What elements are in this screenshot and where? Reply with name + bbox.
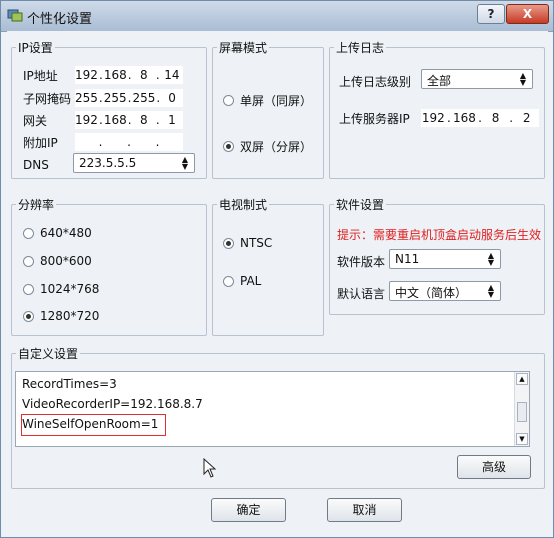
- screen-mode-legend: 屏幕模式: [219, 41, 268, 55]
- window-title: 个性化设置: [27, 12, 93, 27]
- extra-ip-field[interactable]: ...: [75, 133, 183, 151]
- radio-circle-selected: [223, 141, 234, 152]
- default-language-combo[interactable]: 中文（简体） ▲ ▼: [389, 281, 501, 301]
- radio-circle-selected: [223, 237, 234, 249]
- restart-notice: 提示：需要重启机顶盒启动服务后生效: [337, 228, 542, 242]
- advanced-button[interactable]: 高级: [457, 455, 531, 479]
- upload-log-legend: 上传日志: [336, 41, 385, 55]
- up-down-arrows-icon: ▲ ▼: [181, 155, 189, 171]
- up-down-arrows-icon: ▲ ▼: [487, 251, 495, 267]
- ok-button[interactable]: 确定: [211, 498, 286, 522]
- software-settings-legend: 软件设置: [336, 198, 385, 212]
- dns-label: DNS: [23, 158, 49, 172]
- radio-res-640[interactable]: 640*480: [23, 226, 92, 240]
- resolution-legend: 分辨率: [18, 198, 55, 212]
- upload-server-ip-field[interactable]: 192. 168. 8. 2: [421, 109, 539, 127]
- radio-circle: [223, 275, 234, 287]
- log-level-label: 上传日志级别: [339, 75, 412, 89]
- custom-settings-legend: 自定义设置: [18, 347, 79, 361]
- custom-settings-textarea[interactable]: RecordTimes=3 VideoRecorderIP=192.168.8.…: [15, 371, 530, 447]
- cancel-button[interactable]: 取消: [327, 498, 402, 522]
- ip-address-field[interactable]: 192. 168. 8. 14: [75, 66, 183, 84]
- ip-address-label: IP地址: [23, 69, 58, 83]
- radio-circle: [23, 227, 34, 239]
- extra-ip-label: 附加IP: [23, 136, 58, 150]
- software-version-label: 软件版本: [337, 255, 386, 269]
- radio-res-1280[interactable]: 1280*720: [23, 309, 99, 323]
- screen-mode-group: 屏幕模式: [212, 39, 324, 179]
- subnet-mask-field[interactable]: 255. 255. 255. 0: [75, 89, 183, 107]
- help-button[interactable]: ?: [477, 4, 505, 24]
- radio-res-1024[interactable]: 1024*768: [23, 282, 99, 296]
- up-down-arrows-icon: ▲ ▼: [487, 283, 495, 299]
- highlight-box: [21, 414, 166, 436]
- default-language-value: 中文（简体）: [395, 286, 468, 300]
- scroll-up-icon[interactable]: ▲: [516, 373, 528, 385]
- radio-circle: [23, 255, 34, 267]
- tv-system-legend: 电视制式: [219, 198, 268, 212]
- config-line: RecordTimes=3: [22, 377, 117, 391]
- software-version-value: N11: [395, 252, 420, 266]
- tv-system-group: 电视制式: [212, 196, 324, 336]
- config-line: VideoRecorderIP=192.168.8.7: [22, 397, 203, 411]
- dns-value: 223.5.5.5: [79, 156, 137, 170]
- dialog-window: 个性化设置 ? X IP设置 IP地址 192. 168. 8. 14 子网掩码 25…: [0, 0, 554, 538]
- ip-settings-legend: IP设置: [18, 41, 53, 55]
- close-button[interactable]: X: [506, 4, 549, 24]
- radio-ntsc[interactable]: NTSC: [223, 236, 272, 250]
- up-down-arrows-icon: ▲ ▼: [519, 71, 527, 87]
- subnet-mask-label: 子网掩码: [23, 92, 72, 106]
- vertical-scrollbar[interactable]: ▲ ▼: [514, 372, 529, 446]
- upload-server-label: 上传服务器IP: [339, 112, 410, 126]
- default-language-label: 默认语言: [337, 287, 386, 301]
- dns-combo[interactable]: 223.5.5.5 ▲ ▼: [73, 153, 195, 173]
- radio-circle: [23, 283, 34, 295]
- radio-res-800[interactable]: 800*600: [23, 254, 92, 268]
- radio-circle-selected: [23, 310, 34, 322]
- scroll-thumb[interactable]: [517, 402, 527, 422]
- radio-dual-screen[interactable]: 双屏（分屏）: [223, 138, 312, 155]
- dialog-body: IP设置 IP地址 192. 168. 8. 14 子网掩码 255. 255. 255.…: [7, 31, 548, 531]
- log-level-value: 全部: [427, 74, 452, 88]
- radio-circle: [223, 95, 234, 106]
- scroll-down-icon[interactable]: ▼: [516, 433, 528, 445]
- gateway-field[interactable]: 192. 168. 8. 1: [75, 111, 183, 129]
- radio-single-screen[interactable]: 单屏（同屏）: [223, 92, 312, 109]
- title-bar[interactable]: 个性化设置 ? X: [1, 1, 553, 32]
- gateway-label: 网关: [23, 114, 48, 128]
- mouse-pointer-icon: [203, 458, 217, 478]
- log-level-combo[interactable]: 全部 ▲ ▼: [421, 69, 533, 89]
- software-version-combo[interactable]: N11 ▲ ▼: [389, 249, 501, 269]
- app-icon: [7, 9, 23, 22]
- radio-pal[interactable]: PAL: [223, 274, 261, 288]
